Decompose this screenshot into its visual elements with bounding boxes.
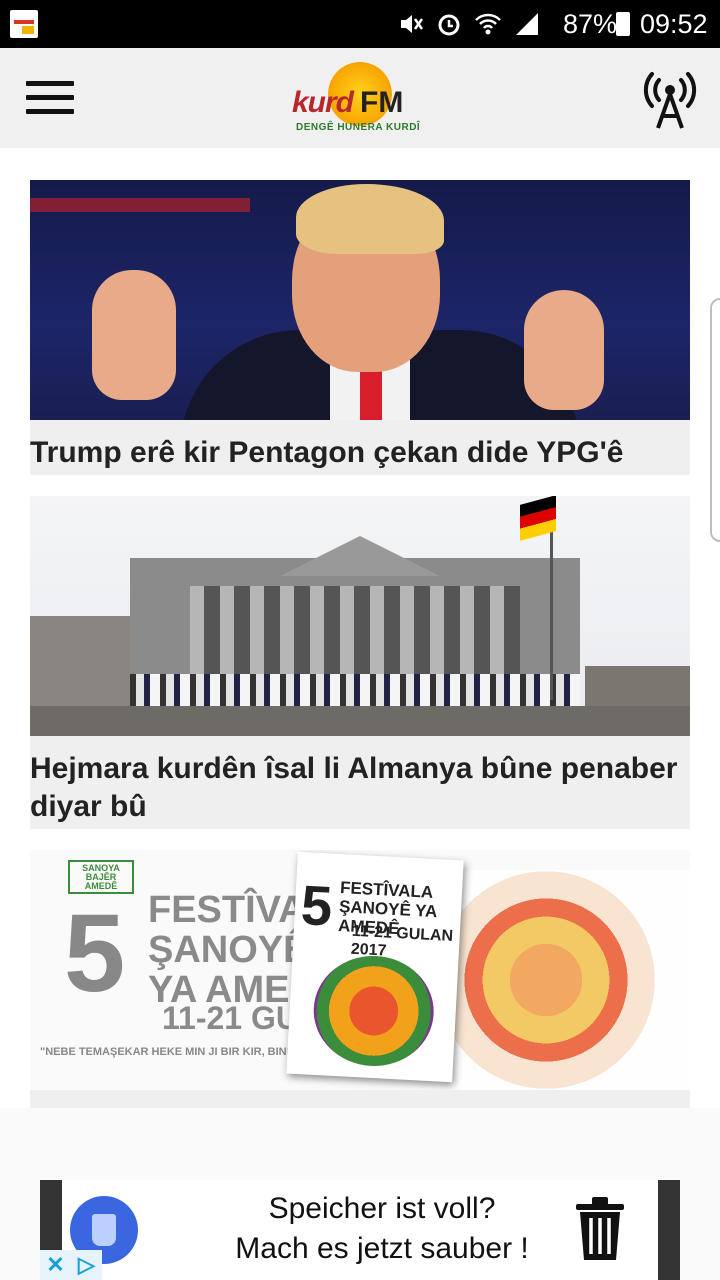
clock: 09:52	[640, 9, 708, 39]
festival-poster: 5 FESTÎVALA ŞANOYÊ YA AMEDÊ 11-21 GULAN …	[286, 851, 464, 1083]
festival-art	[450, 870, 690, 1090]
article-image: SANOYA BAJÊR AMEDÊ 5 FESTÎVA ŞANOYÊ YA A…	[30, 850, 690, 1090]
adchoices-badge[interactable]: ✕ ▷	[40, 1250, 102, 1280]
festival-title: FESTÎVA ŞANOYÊ YA AMEI	[148, 889, 309, 1011]
kurdfm-logo: kurd FM DENGÊ HUNERA KURDÎ	[290, 58, 430, 138]
news-feed: Trump erê kir Pentagon çekan dide YPG'ê …	[0, 148, 720, 1108]
ad-close-icon[interactable]: ✕	[40, 1250, 71, 1280]
wifi-icon	[475, 13, 501, 35]
festival-number: 5	[64, 892, 126, 1015]
status-icons	[398, 8, 540, 40]
logo-word-kurd: kurd	[292, 86, 354, 119]
app-bar: kurd FM DENGÊ HUNERA KURDÎ	[0, 48, 720, 149]
news-card[interactable]: SANOYA BAJÊR AMEDÊ 5 FESTÎVA ŞANOYÊ YA A…	[30, 850, 690, 1108]
ad-banner[interactable]: Speicher ist voll? Mach es jetzt sauber …	[40, 1180, 680, 1280]
article-title	[30, 1090, 690, 1104]
ad-line-1: Speicher ist voll?	[268, 1192, 496, 1225]
radio-tower-icon[interactable]	[640, 68, 700, 130]
trash-icon	[576, 1197, 624, 1260]
alarm-icon	[438, 14, 460, 36]
ad-line-2: Mach es jetzt sauber !	[235, 1232, 529, 1265]
app-notification-icon	[10, 10, 38, 38]
article-image	[30, 180, 690, 420]
article-title: Trump erê kir Pentagon çekan dide YPG'ê	[30, 436, 624, 469]
menu-icon[interactable]	[26, 81, 74, 115]
logo-word-fm: FM	[360, 86, 404, 119]
festival-logo: SANOYA BAJÊR AMEDÊ	[68, 860, 134, 894]
signal-icon	[516, 13, 538, 35]
edge-panel-handle[interactable]	[710, 298, 720, 542]
battery-percent: 87%	[563, 9, 618, 39]
article-image	[30, 496, 690, 736]
adchoices-icon[interactable]: ▷	[71, 1250, 102, 1280]
news-card[interactable]: Trump erê kir Pentagon çekan dide YPG'ê	[30, 180, 690, 475]
status-bar: 87% 09:52	[0, 0, 720, 48]
mute-icon	[401, 15, 424, 33]
battery-icon	[616, 12, 630, 36]
logo-tagline: DENGÊ HUNERA KURDÎ	[296, 122, 421, 133]
article-title: Hejmara kurdên îsal li Almanya bûne pena…	[30, 752, 678, 823]
news-card[interactable]: Hejmara kurdên îsal li Almanya bûne pena…	[30, 496, 690, 829]
